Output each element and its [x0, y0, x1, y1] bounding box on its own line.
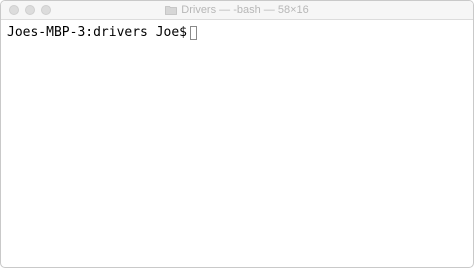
shell-prompt: Joes-MBP-3:drivers Joe$	[7, 25, 188, 40]
text-cursor	[190, 26, 198, 40]
title-bar[interactable]: Drivers — -bash — 58×16	[1, 1, 473, 20]
terminal-window: Drivers — -bash — 58×16 Joes-MBP-3:drive…	[0, 0, 474, 268]
window-title: Drivers — -bash — 58×16	[1, 1, 473, 19]
folder-icon	[165, 6, 178, 15]
prompt-line: Joes-MBP-3:drivers Joe$	[7, 25, 467, 41]
terminal-content[interactable]: Joes-MBP-3:drivers Joe$	[1, 20, 473, 260]
window-title-text: Drivers — -bash — 58×16	[181, 4, 309, 16]
